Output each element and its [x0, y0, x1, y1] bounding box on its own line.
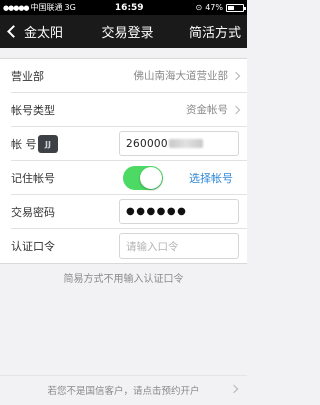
password-input[interactable]: ●●●●●● — [119, 199, 239, 224]
account-type-value: 资金帐号 — [186, 104, 228, 116]
account-type-row[interactable]: 帐号类型 资金帐号 — [11, 93, 247, 127]
battery-icon — [226, 3, 246, 12]
chevron-right-icon — [231, 71, 241, 80]
branch-label: 营业部 — [11, 69, 44, 83]
chevron-right-icon — [231, 105, 241, 114]
account-logo: JJ — [38, 135, 58, 153]
account-type-label: 帐号类型 — [11, 103, 55, 117]
account-value: 260000 — [126, 137, 168, 150]
network-label: 3G — [64, 3, 76, 12]
status-bar: ●●●●● 中国联通 3G 16:59 ⊙ 47% — [0, 0, 247, 15]
status-right: ⊙ 47% — [195, 3, 246, 12]
chevron-right-icon — [229, 384, 239, 394]
masked-digits — [168, 139, 203, 148]
nav-bar: 金太阳 交易登录 简活方式 — [0, 15, 247, 48]
open-account-link[interactable]: 若您不是国信客户，请点击预约开户 — [0, 375, 247, 403]
password-label: 交易密码 — [11, 205, 55, 219]
auth-row: 认证口令 请输入口令 — [11, 229, 247, 263]
account-row: 帐 号 JJ 260000 — [11, 127, 247, 161]
status-left: ●●●●● 中国联通 3G — [3, 2, 93, 13]
signal-icon: ●●●●● — [3, 3, 30, 12]
auth-placeholder: 请输入口令 — [126, 240, 179, 253]
page-title: 交易登录 — [101, 26, 154, 41]
lock-rotation-icon: ⊙ — [195, 3, 203, 12]
account-input[interactable]: 260000 — [119, 131, 239, 156]
remember-row: 记住帐号 选择帐号 — [11, 161, 247, 195]
select-account-link[interactable]: 选择帐号 — [189, 161, 233, 195]
branch-value: 佛山南海大道营业部 — [133, 70, 229, 82]
password-row: 交易密码 ●●●●●● — [11, 195, 247, 229]
remember-toggle[interactable] — [123, 166, 163, 190]
battery-percent: 47% — [205, 3, 223, 12]
chevron-left-icon — [7, 25, 20, 38]
open-account-label: 若您不是国信客户，请点击预约开户 — [47, 385, 200, 397]
toggle-knob — [140, 167, 162, 189]
branch-row[interactable]: 营业部 佛山南海大道营业部 — [11, 59, 247, 93]
simple-mode-button[interactable]: 简活方式 — [177, 22, 247, 41]
back-button[interactable]: 金太阳 — [0, 22, 78, 41]
login-form: 营业部 佛山南海大道营业部 帐号类型 资金帐号 帐 号 JJ 260000 记住… — [0, 58, 247, 264]
auth-label: 认证口令 — [11, 240, 55, 253]
battery-fill — [228, 5, 234, 10]
carrier-label: 中国联通 — [30, 3, 63, 12]
auth-input[interactable]: 请输入口令 — [119, 233, 239, 259]
password-value: ●●●●●● — [126, 206, 188, 217]
back-label: 金太阳 — [24, 26, 64, 41]
remember-label: 记住帐号 — [11, 171, 55, 185]
hint-text: 简易方式不用输入认证口令 — [63, 274, 184, 285]
clock: 16:59 — [114, 2, 144, 13]
